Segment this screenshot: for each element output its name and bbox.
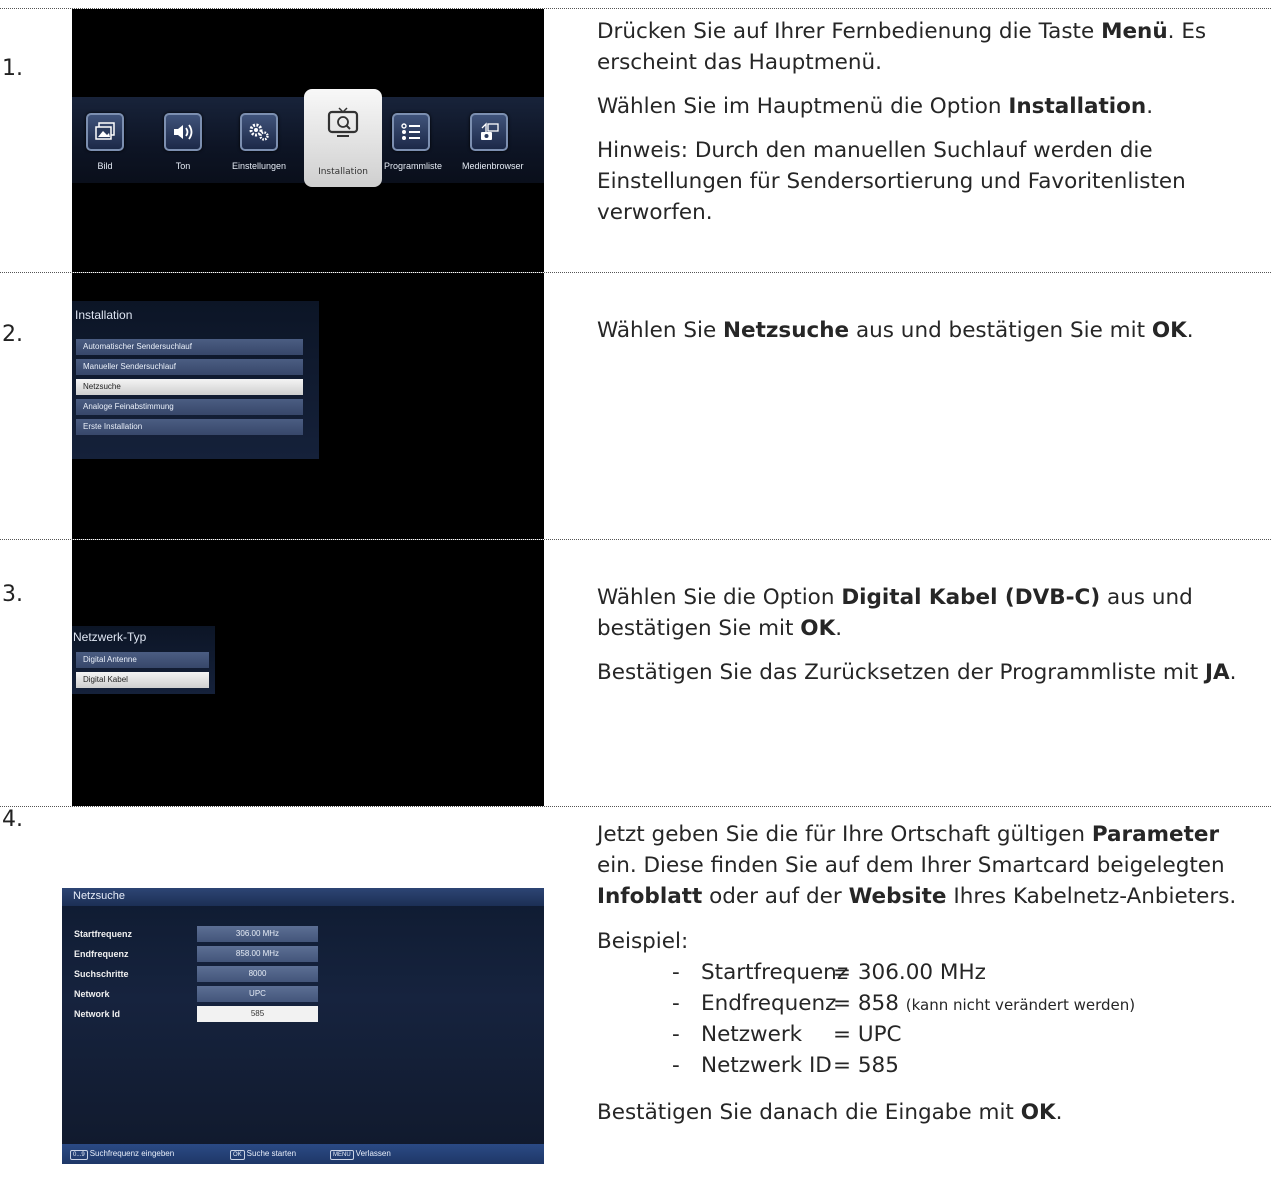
field-label: Network Id — [74, 1009, 121, 1019]
panel-title: Netzwerk-Typ — [73, 630, 147, 644]
footer-hint: OK Suche starten — [230, 1144, 296, 1164]
network-type-panel: Netzwerk-Typ Digital Antenne Digital Kab… — [72, 626, 215, 694]
instruction-paragraph: Wählen Sie die Option Digital Kabel (DVB… — [597, 585, 1193, 641]
menu-item-label: Ton — [175, 161, 191, 171]
tv-installation-screenshot: Installation Automatischer Sendersuchlau… — [72, 273, 544, 539]
netzsuche-footer: 0...9 Suchfrequenz eingeben OK Suche start… — [62, 1144, 544, 1164]
step-number: 4. — [2, 807, 23, 832]
installation-item[interactable]: Erste Installation — [76, 419, 303, 435]
field-label: Endfrequenz — [74, 949, 129, 959]
network-type-item[interactable]: Digital Antenne — [76, 652, 209, 668]
installation-item[interactable]: Automatischer Sendersuchlauf — [76, 339, 303, 355]
key-menu: MENU — [330, 1150, 354, 1160]
example-list: Startfrequenz= 306.00 MHz Endfrequenz= 8… — [597, 957, 1265, 1081]
step-2-text: Wählen Sie Netzsuche aus und bestätigen … — [597, 315, 1265, 346]
instruction-paragraph: Jetzt geben Sie die für Ihre Ortschaft g… — [597, 822, 1237, 909]
installation-item[interactable]: Manueller Sendersuchlauf — [76, 359, 303, 375]
tv-icon — [327, 107, 359, 137]
instruction-paragraph: Drücken Sie auf Ihrer Fernbedienung die … — [597, 19, 1207, 75]
footer-hint: 0...9 Suchfrequenz eingeben — [70, 1144, 174, 1164]
menu-item-label: Programmliste — [384, 161, 443, 171]
list-icon — [401, 123, 420, 140]
panel-title: Installation — [75, 308, 133, 322]
example-label: Beispiel: — [597, 929, 689, 954]
instruction-paragraph: Bestätigen Sie danach die Eingabe mit OK… — [597, 1100, 1063, 1125]
example-item: Startfrequenz= 306.00 MHz — [597, 957, 1265, 988]
step-4-text: Jetzt geben Sie die für Ihre Ortschaft g… — [597, 819, 1265, 1128]
key-ok: OK — [230, 1150, 245, 1160]
menu-item-label: Bild — [97, 161, 113, 171]
gears-icon — [249, 123, 269, 141]
tv-netzsuche-screenshot: Netzsuche Startfrequenz 306.00 MHz Endfr… — [62, 888, 544, 1164]
step-number: 3. — [2, 582, 23, 607]
picture-icon — [95, 122, 115, 140]
panel-title: Netzsuche — [73, 890, 125, 902]
installation-panel: Installation Automatischer Sendersuchlau… — [72, 301, 319, 459]
menu-item-bild[interactable]: Bild — [78, 113, 132, 171]
example-item: Netzwerk ID= 585 — [597, 1050, 1265, 1081]
field-label: Network — [74, 989, 110, 999]
endfrequenz-field[interactable]: 858.00 MHz — [197, 946, 318, 962]
installation-item[interactable]: Analoge Feinabstimmung — [76, 399, 303, 415]
instruction-paragraph: Wählen Sie im Hauptmenü die Option Insta… — [597, 94, 1154, 119]
tv-main-menu-screenshot: Bild Ton Einstellungen Installation Prog… — [72, 9, 544, 272]
suchschritte-field[interactable]: 8000 — [197, 966, 318, 982]
speaker-icon — [174, 124, 193, 140]
footer-hint: MENU Verlassen — [330, 1144, 391, 1164]
field-label: Suchschritte — [74, 969, 129, 979]
separator — [0, 806, 1271, 807]
media-icon — [481, 122, 499, 140]
menu-item-einstellungen[interactable]: Einstellungen — [232, 113, 286, 171]
menu-item-medienbrowser[interactable]: Medienbrowser — [462, 113, 524, 171]
network-id-field[interactable]: 585 — [197, 1006, 318, 1022]
instruction-paragraph: Bestätigen Sie das Zurücksetzen der Prog… — [597, 660, 1237, 685]
step-3-text: Wählen Sie die Option Digital Kabel (DVB… — [597, 582, 1265, 688]
netzsuche-header: Netzsuche — [62, 888, 544, 906]
field-label: Startfrequenz — [74, 929, 133, 939]
network-field[interactable]: UPC — [197, 986, 318, 1002]
step-number: 2. — [2, 322, 23, 347]
key-digits: 0...9 — [70, 1150, 88, 1160]
instruction-paragraph: Wählen Sie Netzsuche aus und bestätigen … — [597, 318, 1194, 343]
menu-item-ton[interactable]: Ton — [156, 113, 210, 171]
menu-item-label: Einstellungen — [232, 161, 287, 171]
installation-item-selected[interactable]: Netzsuche — [76, 379, 303, 395]
menu-item-label: Medienbrowser — [462, 161, 524, 171]
step-1-text: Drücken Sie auf Ihrer Fernbedienung die … — [597, 16, 1265, 228]
menu-item-programmliste[interactable]: Programmliste — [384, 113, 443, 171]
example-item: Endfrequenz= 858 (kann nicht verändert w… — [597, 988, 1265, 1019]
tv-network-type-screenshot: Netzwerk-Typ Digital Antenne Digital Kab… — [72, 540, 544, 806]
menu-item-label: Installation — [318, 167, 368, 177]
menu-item-installation[interactable]: Installation — [304, 89, 382, 187]
example-item: Netzwerk= UPC — [597, 1019, 1265, 1050]
step-number: 1. — [2, 56, 23, 81]
startfrequenz-field[interactable]: 306.00 MHz — [197, 926, 318, 942]
network-type-item-selected[interactable]: Digital Kabel — [76, 672, 209, 688]
note-paragraph: Hinweis: Durch den manuellen Suchlauf we… — [597, 138, 1186, 225]
